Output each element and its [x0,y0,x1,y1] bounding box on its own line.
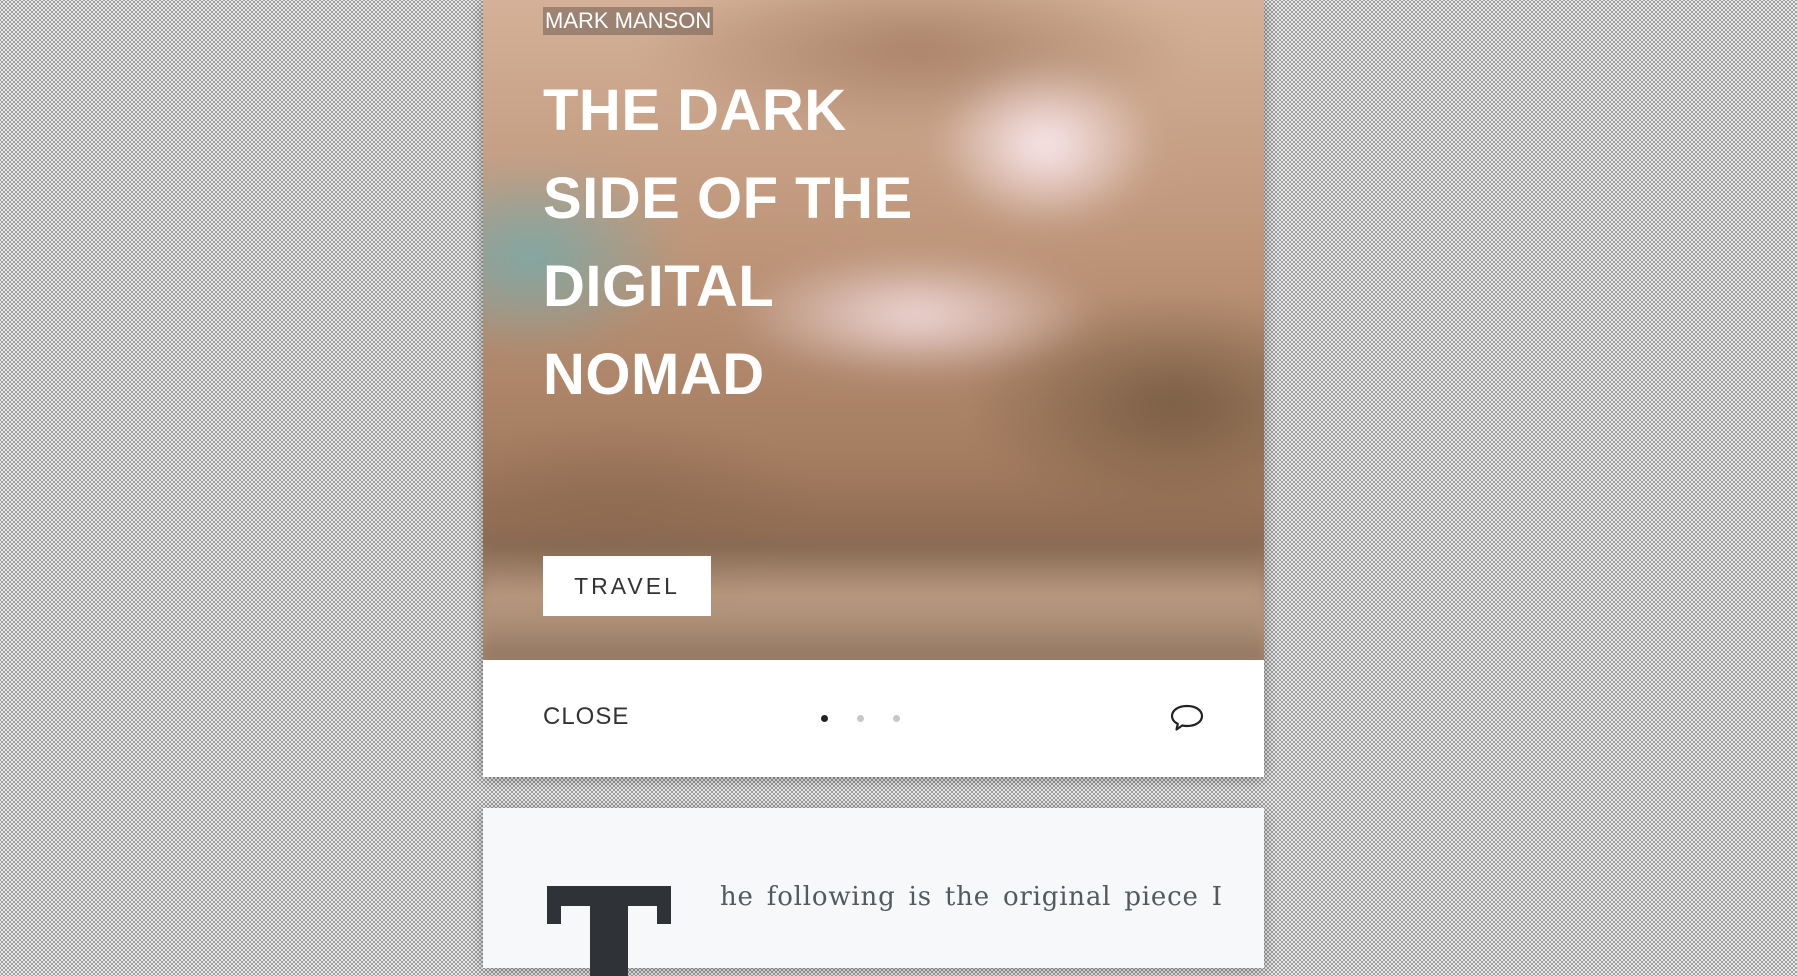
close-button[interactable]: CLOSE [543,703,629,731]
article-hero-card: MARK MANSON THE DARK SIDE OF THE DIGITAL… [483,0,1264,777]
article-title: THE DARK SIDE OF THE DIGITAL NOMAD [543,78,913,407]
card-footer: CLOSE [483,660,1264,777]
pagination-dot-2[interactable] [857,715,864,722]
comment-icon[interactable] [1169,702,1205,734]
hero-image: MARK MANSON THE DARK SIDE OF THE DIGITAL… [483,0,1264,660]
category-button[interactable]: TRAVEL [543,556,711,616]
pagination-dot-3[interactable] [893,715,900,722]
article-lead-text: he following is the original piece I [720,882,1223,912]
author-tag[interactable]: MARK MANSON [543,7,714,35]
drop-cap: T [547,886,671,976]
article-body-card: T he following is the original piece I [483,808,1264,976]
pagination-dot-1[interactable] [821,715,828,722]
